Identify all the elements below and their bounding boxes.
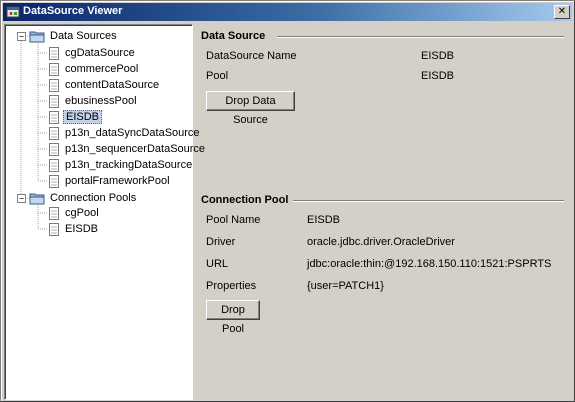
tree-item-datasource[interactable]: commercePool [49,61,140,77]
document-icon [49,206,59,220]
datasource-tree[interactable]: − Data Sources cgDataSource commercePool… [4,24,205,400]
app-icon [6,6,20,18]
datasource-viewer-window: DataSource Viewer ✕ − Data Sources cgDat… [0,0,575,402]
pool-label: Pool [206,70,229,82]
tree-item-datasource[interactable]: p13n_sequencerDataSource [49,141,207,157]
datasource-name-value: EISDB [421,50,455,62]
data-sources-collapse-toggle[interactable]: − [17,32,26,41]
document-icon [49,158,59,172]
tree-item-datasource[interactable]: portalFrameworkPool [49,173,172,189]
connection-pools-collapse-toggle[interactable]: − [17,194,26,203]
driver-value: oracle.jdbc.driver.OracleDriver [307,236,455,248]
tree-item-datasource[interactable]: ebusinessPool [49,93,139,109]
connection-pool-section-divider [293,200,564,202]
tree-item-label: cgPool [65,207,99,219]
tree-item-label: p13n_trackingDataSource [65,159,193,171]
document-icon [49,62,59,76]
driver-label: Driver [206,236,236,248]
tree-item-label: cgDataSource [65,47,135,59]
tree-item-datasource[interactable]: contentDataSource [49,77,161,93]
title-bar[interactable]: DataSource Viewer ✕ [3,3,572,21]
url-value: jdbc:oracle:thin:@192.168.150.110:1521:P… [307,258,552,270]
properties-label: Properties [206,280,257,292]
tree-item-label: contentDataSource [65,79,160,91]
tree-item-datasource[interactable]: p13n_dataSyncDataSource [49,125,202,141]
tree-item-label: ebusinessPool [65,95,137,107]
tree-item-pool[interactable]: EISDB [49,221,100,237]
pool-name-label: Pool Name [206,214,261,226]
document-icon [49,126,59,140]
drop-data-source-button[interactable]: Drop Data Source [206,91,295,126]
data-source-section-title: Data Source [201,30,266,42]
tree-item-pool[interactable]: cgPool [49,205,101,221]
tree-node-connection-pools[interactable]: Connection Pools [29,190,138,206]
tree-item-datasource[interactable]: cgDataSource [49,45,137,61]
url-label: URL [206,258,229,270]
close-button[interactable]: ✕ [554,5,570,19]
tree-item-label: p13n_dataSyncDataSource [65,127,200,139]
tree-item-label: EISDB [63,110,103,124]
pool-value: EISDB [421,70,455,82]
tree-item-label: EISDB [65,223,99,235]
tree-node-label: Data Sources [50,30,117,42]
tree-node-data-sources[interactable]: Data Sources [29,28,119,44]
drop-pool-button[interactable]: Drop Pool [206,300,260,335]
close-icon: ✕ [557,6,567,17]
datasource-name-label: DataSource Name [206,50,297,62]
tree-item-label: portalFrameworkPool [65,175,170,187]
document-icon [49,222,59,236]
tree-node-label: Connection Pools [50,192,137,204]
folder-icon [29,193,45,204]
document-icon [49,110,59,124]
folder-icon [29,31,45,42]
tree-item-datasource[interactable]: p13n_trackingDataSource [49,157,194,173]
tree-item-label: p13n_sequencerDataSource [65,143,206,155]
window-title: DataSource Viewer [23,5,123,17]
document-icon [49,78,59,92]
document-icon [49,94,59,108]
document-icon [49,46,59,60]
connection-pool-section-title: Connection Pool [201,194,289,206]
tree-item-label: commercePool [65,63,139,75]
tree-item-datasource-selected[interactable]: EISDB [49,109,103,125]
document-icon [49,174,59,188]
data-source-section-divider [277,36,564,38]
pool-name-value: EISDB [307,214,341,226]
properties-value: {user=PATCH1} [307,280,384,292]
document-icon [49,142,59,156]
